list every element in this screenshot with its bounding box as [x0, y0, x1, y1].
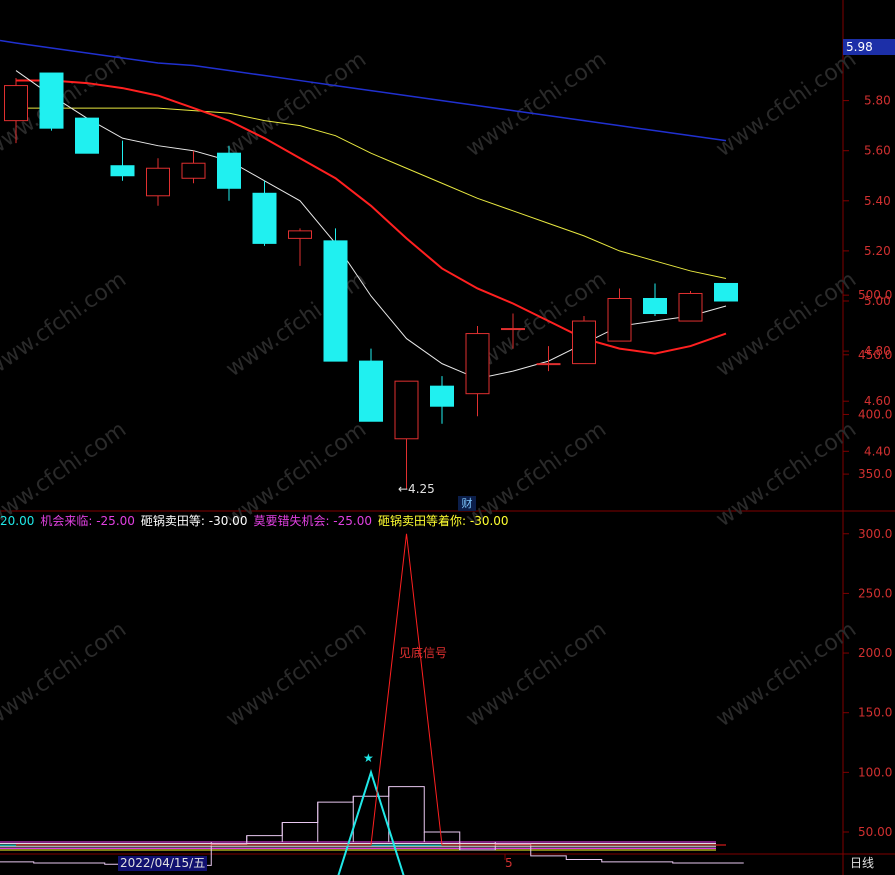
price-tick-label: 5.80 [864, 94, 891, 108]
legend-entry: 20.00 [0, 514, 35, 528]
watermark-text: www.cfchi.com [0, 617, 131, 732]
legend-entry: 莫要错失机会: -25.00 [253, 514, 372, 528]
red-peak-line [16, 533, 726, 846]
candle [146, 158, 170, 206]
candle-body [572, 320, 596, 365]
current-price-tag: 5.98 [843, 39, 895, 55]
indicator-tick-label: 50.00 [858, 825, 892, 839]
indicator-legend: 20.00 机会来临: -25.00 砸锅卖田等: -30.00 莫要错失机会: -2… [0, 512, 515, 528]
period-tab-daily[interactable]: 日线 [850, 856, 874, 871]
watermark-text: www.cfchi.com [0, 267, 131, 382]
candle [678, 290, 703, 322]
watermark-text: www.cfchi.com [462, 47, 611, 162]
candle [643, 283, 667, 317]
candle-body [323, 240, 348, 362]
candle-body [217, 152, 241, 189]
price-tick-label: 5.20 [864, 244, 891, 258]
candle [181, 150, 206, 184]
indicator-tick-label: 300.0 [858, 527, 892, 541]
low-price-marker: ←4.25 [398, 482, 435, 496]
kline-chart[interactable]: www.cfchi.com www.cfchi.com www.cfchi.com w… [0, 0, 895, 875]
candle-body [714, 282, 738, 302]
indicator-tick-label: 400.0 [858, 407, 892, 421]
watermark-text: www.cfchi.com [462, 617, 611, 732]
candle-body [643, 297, 667, 315]
indicator-tick-label: 250.0 [858, 586, 892, 600]
candle [394, 380, 419, 489]
candle [252, 180, 277, 246]
star-icon: ★ [363, 751, 374, 765]
indicator-lines [0, 533, 744, 875]
indicator-tick-label: 100.0 [858, 765, 892, 779]
x-axis-tick: 5 [505, 856, 513, 870]
candle [288, 228, 312, 266]
candle [217, 145, 241, 201]
candle [430, 376, 454, 424]
candle-body [607, 297, 632, 342]
watermark-text: www.cfchi.com [222, 617, 371, 732]
candle [607, 288, 632, 342]
price-tick-label: 5.60 [864, 144, 891, 158]
indicator-tick-label: 150.0 [858, 706, 892, 720]
watermark-text: www.cfchi.com [712, 417, 861, 532]
price-tick-label: 4.60 [864, 394, 891, 408]
date-cursor-label: 2022/04/15/五 [118, 856, 208, 871]
candle-body [394, 380, 419, 440]
legend-entry: 机会来临: -25.00 [40, 514, 135, 528]
legend-entry: 砸锅卖田等着你: -30.00 [378, 514, 509, 528]
candle-body [430, 385, 454, 407]
candle [714, 282, 738, 302]
candle-body [536, 363, 561, 366]
candle-body [501, 328, 525, 331]
watermark-text: www.cfchi.com [222, 47, 371, 162]
indicator-tick-label: 350.0 [858, 467, 892, 481]
candle-body [110, 165, 135, 177]
candle-body [252, 192, 277, 244]
finance-badge[interactable]: 财 [458, 496, 476, 511]
indicator-tick-label: 500.0 [858, 288, 892, 302]
ma-yellow-line [16, 107, 727, 279]
legend-entry: 砸锅卖田等: -30.00 [140, 514, 248, 528]
indicator-tick-label: 200.0 [858, 646, 892, 660]
indicator-tick-label: 450.0 [858, 348, 892, 362]
candle-body [288, 230, 312, 239]
watermark-text: www.cfchi.com [712, 617, 861, 732]
candle-body [146, 167, 170, 197]
candle-body [359, 360, 383, 422]
watermark-text: www.cfchi.com [222, 267, 371, 382]
watermark-text: www.cfchi.com [712, 47, 861, 162]
candle-body [75, 117, 99, 154]
ma-blue-line [0, 39, 727, 142]
candle [110, 140, 135, 181]
candle-body [465, 333, 490, 395]
bottom-signal-label: 见底信号 [399, 646, 448, 660]
candle [359, 348, 383, 422]
y-axis-labels: 5.805.605.405.205.004.804.604.40500.0450… [843, 94, 892, 839]
candle-body [181, 162, 206, 179]
price-tick-label: 4.40 [864, 444, 891, 458]
candle-body [678, 292, 703, 322]
candle [465, 326, 490, 417]
candle [536, 346, 561, 372]
candle [39, 72, 64, 131]
candle [323, 228, 348, 362]
price-tick-label: 5.40 [864, 194, 891, 208]
candle-body [39, 72, 64, 129]
candle [572, 316, 596, 365]
candle-body [4, 85, 28, 122]
candle [75, 117, 99, 154]
